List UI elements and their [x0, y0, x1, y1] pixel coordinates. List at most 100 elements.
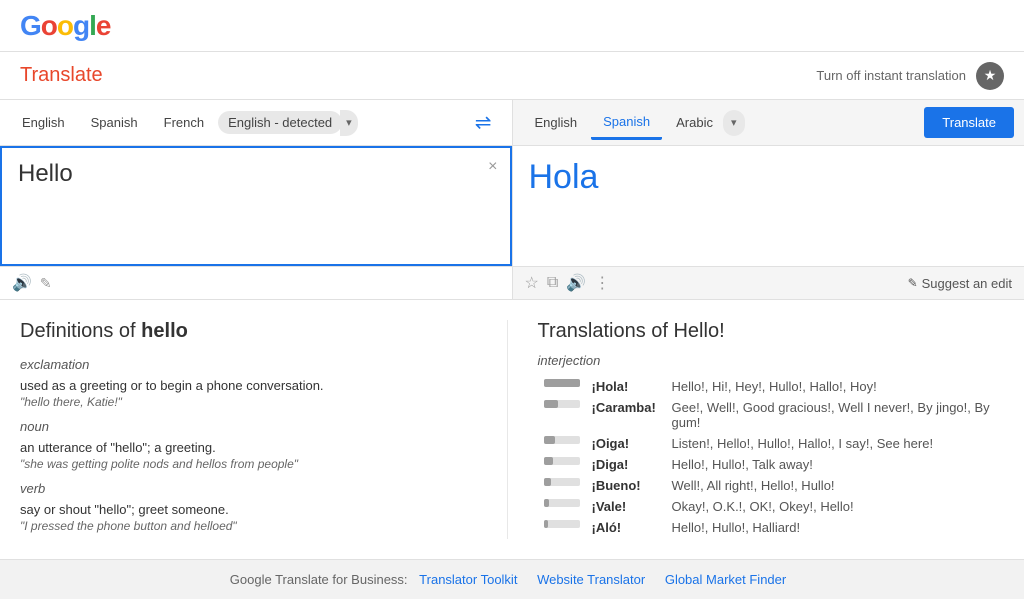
copy-translation-icon[interactable]: ⧉: [547, 274, 558, 292]
trans-word-0[interactable]: ¡Hola!: [586, 376, 666, 397]
translation-row: ¡Aló! Hello!, Hullo!, Halliard!: [538, 517, 1005, 538]
share-translation-icon[interactable]: ⋮: [594, 273, 610, 293]
turn-off-label[interactable]: Turn off instant translation: [816, 68, 966, 83]
trans-bar-5: [538, 496, 586, 517]
translated-text: Hola: [529, 158, 1009, 197]
definitions-title: Definitions of hello: [20, 320, 487, 343]
bar-container-6: [544, 520, 580, 528]
bar-fill-3: [544, 457, 553, 465]
trans-word-5[interactable]: ¡Vale!: [586, 496, 666, 517]
trans-bar-4: [538, 475, 586, 496]
source-text[interactable]: Hello: [18, 160, 494, 230]
def-text-0: used as a greeting or to begin a phone c…: [20, 378, 487, 393]
header: Google: [0, 0, 1024, 52]
bar-container-4: [544, 478, 580, 486]
bar-container-1: [544, 400, 580, 408]
source-input-area: × Hello: [0, 146, 512, 266]
logo-o2: o: [57, 10, 73, 41]
translation-row: ¡Vale! Okay!, O.K.!, OK!, Okey!, Hello!: [538, 496, 1005, 517]
tab-english-target[interactable]: English: [523, 107, 590, 138]
translation-row: ¡Caramba! Gee!, Well!, Good gracious!, W…: [538, 397, 1005, 433]
pos-exclamation: exclamation: [20, 357, 487, 372]
tab-english-source[interactable]: English: [10, 107, 77, 138]
page-title: Translate: [20, 64, 103, 87]
trans-alts-1: Gee!, Well!, Good gracious!, Well I neve…: [666, 397, 1005, 433]
trans-word-3[interactable]: ¡Diga!: [586, 454, 666, 475]
clear-input-button[interactable]: ×: [488, 158, 497, 176]
speak-translation-icon[interactable]: 🔊: [566, 273, 586, 293]
trans-word-1[interactable]: ¡Caramba!: [586, 397, 666, 433]
translations-subtitle: interjection: [538, 353, 1005, 368]
google-logo: Google: [20, 10, 110, 42]
translation-row: ¡Hola! Hello!, Hi!, Hey!, Hullo!, Hallo!…: [538, 376, 1005, 397]
pos-verb: verb: [20, 481, 487, 496]
suggest-edit-label: Suggest an edit: [922, 276, 1012, 291]
pos-noun: noun: [20, 419, 487, 434]
swap-languages-button[interactable]: ⇌: [465, 104, 502, 141]
footer-prefix: Google Translate for Business:: [230, 572, 408, 587]
trans-bar-1: [538, 397, 586, 433]
input-actions: 🔊 ✎: [0, 266, 512, 299]
trans-word-2[interactable]: ¡Oiga!: [586, 433, 666, 454]
def-title-prefix: Definitions of: [20, 320, 141, 342]
translation-row: ¡Diga! Hello!, Hullo!, Talk away!: [538, 454, 1005, 475]
bar-container-5: [544, 499, 580, 507]
trans-alts-5: Okay!, O.K.!, OK!, Okey!, Hello!: [666, 496, 1005, 517]
tab-detected-source[interactable]: English - detected: [218, 111, 342, 134]
bar-fill-2: [544, 436, 555, 444]
tab-spanish-source[interactable]: Spanish: [79, 107, 150, 138]
def-word: hello: [141, 320, 188, 342]
bar-fill-5: [544, 499, 549, 507]
bar-container-0: [544, 379, 580, 387]
footer-link-0[interactable]: Translator Toolkit: [419, 572, 517, 587]
source-language-tabs: English Spanish French English - detecte…: [0, 100, 512, 146]
tab-arabic-target[interactable]: Arabic: [664, 107, 725, 138]
speak-source-icon[interactable]: 🔊: [12, 273, 32, 293]
translation-row: ¡Bueno! Well!, All right!, Hello!, Hullo…: [538, 475, 1005, 496]
star-button[interactable]: ★: [976, 62, 1004, 90]
trans-alts-4: Well!, All right!, Hello!, Hullo!: [666, 475, 1005, 496]
trans-word-4[interactable]: ¡Bueno!: [586, 475, 666, 496]
star-translation-icon[interactable]: ☆: [525, 273, 539, 293]
tab-french-source[interactable]: French: [152, 107, 216, 138]
output-area: Hola: [513, 146, 1024, 266]
translations-table: ¡Hola! Hello!, Hi!, Hey!, Hullo!, Hallo!…: [538, 376, 1005, 538]
bar-container-2: [544, 436, 580, 444]
footer-link-2[interactable]: Global Market Finder: [665, 572, 786, 587]
left-panel: English Spanish French English - detecte…: [0, 100, 513, 299]
pencil-icon[interactable]: ✎: [40, 275, 52, 292]
translations-section: Translations of Hello! interjection ¡Hol…: [528, 320, 1005, 539]
translations-title: Translations of Hello!: [538, 320, 1005, 343]
subheader-right: Turn off instant translation ★: [816, 62, 1004, 90]
trans-word-6[interactable]: ¡Aló!: [586, 517, 666, 538]
def-example-0: "hello there, Katie!": [20, 395, 487, 409]
trans-alts-3: Hello!, Hullo!, Talk away!: [666, 454, 1005, 475]
footer: Google Translate for Business: Translato…: [0, 559, 1024, 599]
source-dropdown-arrow[interactable]: ▾: [340, 110, 358, 136]
tab-spanish-target[interactable]: Spanish: [591, 106, 662, 140]
target-dropdown-arrow[interactable]: ▾: [723, 110, 745, 136]
logo-g2: g: [73, 10, 89, 41]
bar-fill-0: [544, 379, 580, 387]
suggest-edit-link[interactable]: ✎ Suggest an edit: [908, 276, 1012, 291]
trans-alts-0: Hello!, Hi!, Hey!, Hullo!, Hallo!, Hoy!: [666, 376, 1005, 397]
right-panel: English Spanish Arabic ▾ Translate Hola …: [513, 100, 1024, 299]
translate-button[interactable]: Translate: [924, 107, 1014, 138]
subheader: Translate Turn off instant translation ★: [0, 52, 1024, 100]
logo-g: G: [20, 10, 41, 41]
bar-fill-6: [544, 520, 548, 528]
translation-row: ¡Oiga! Listen!, Hello!, Hullo!, Hallo!, …: [538, 433, 1005, 454]
definitions-section: Definitions of hello exclamation used as…: [20, 320, 508, 539]
trans-alts-2: Listen!, Hello!, Hullo!, Hallo!, I say!,…: [666, 433, 1005, 454]
logo-o1: o: [41, 10, 57, 41]
output-actions: ☆ ⧉ 🔊 ⋮ ✎ Suggest an edit: [513, 266, 1024, 299]
trans-bar-2: [538, 433, 586, 454]
trans-bar-6: [538, 517, 586, 538]
logo-e: e: [96, 10, 111, 41]
suggest-edit-icon: ✎: [908, 276, 918, 290]
footer-link-1[interactable]: Website Translator: [537, 572, 645, 587]
target-language-tabs: English Spanish Arabic ▾ Translate: [513, 100, 1024, 146]
trans-bar-0: [538, 376, 586, 397]
def-text-2: say or shout "hello"; greet someone.: [20, 502, 487, 517]
def-example-1: "she was getting polite nods and hellos …: [20, 457, 487, 471]
